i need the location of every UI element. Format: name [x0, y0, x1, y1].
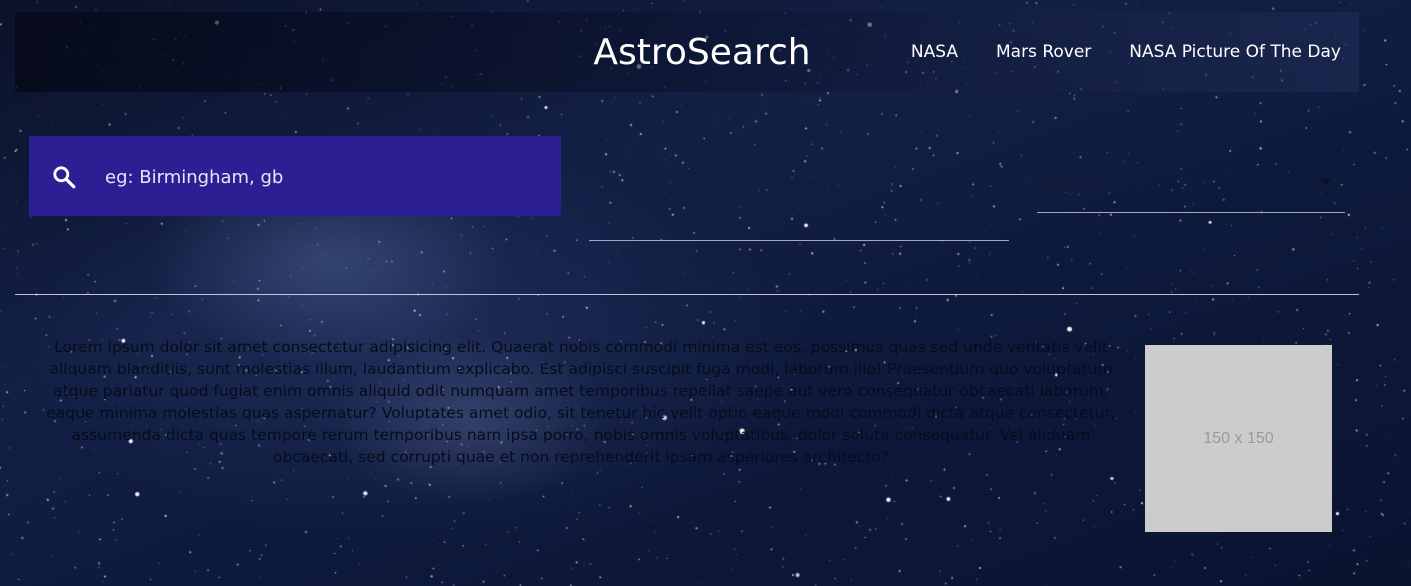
nav-link-picture-of-the-day[interactable]: NASA Picture Of The Day: [1129, 41, 1341, 63]
nav-link-nasa[interactable]: NASA: [911, 41, 958, 63]
section-divider: [15, 294, 1359, 295]
date-label: Date: [589, 156, 625, 174]
options-select[interactable]: Options: [1037, 165, 1345, 213]
nav-links: NASA Mars Rover NASA Picture Of The Day: [873, 41, 1341, 63]
image-placeholder: 150 x 150: [1145, 345, 1332, 532]
search-box[interactable]: [29, 136, 561, 216]
navbar: AstroSearch NASA Mars Rover NASA Picture…: [15, 12, 1359, 92]
options-select-value: Options: [1037, 175, 1103, 195]
content-paragraph: Lorem ipsum dolor sit amet consectetur a…: [46, 338, 1116, 466]
search-icon[interactable]: [51, 164, 77, 190]
date-field[interactable]: Date: [589, 150, 1009, 241]
caret-down-icon[interactable]: [1321, 179, 1331, 185]
search-input[interactable]: [103, 156, 547, 198]
nav-link-mars-rover[interactable]: Mars Rover: [996, 41, 1091, 63]
